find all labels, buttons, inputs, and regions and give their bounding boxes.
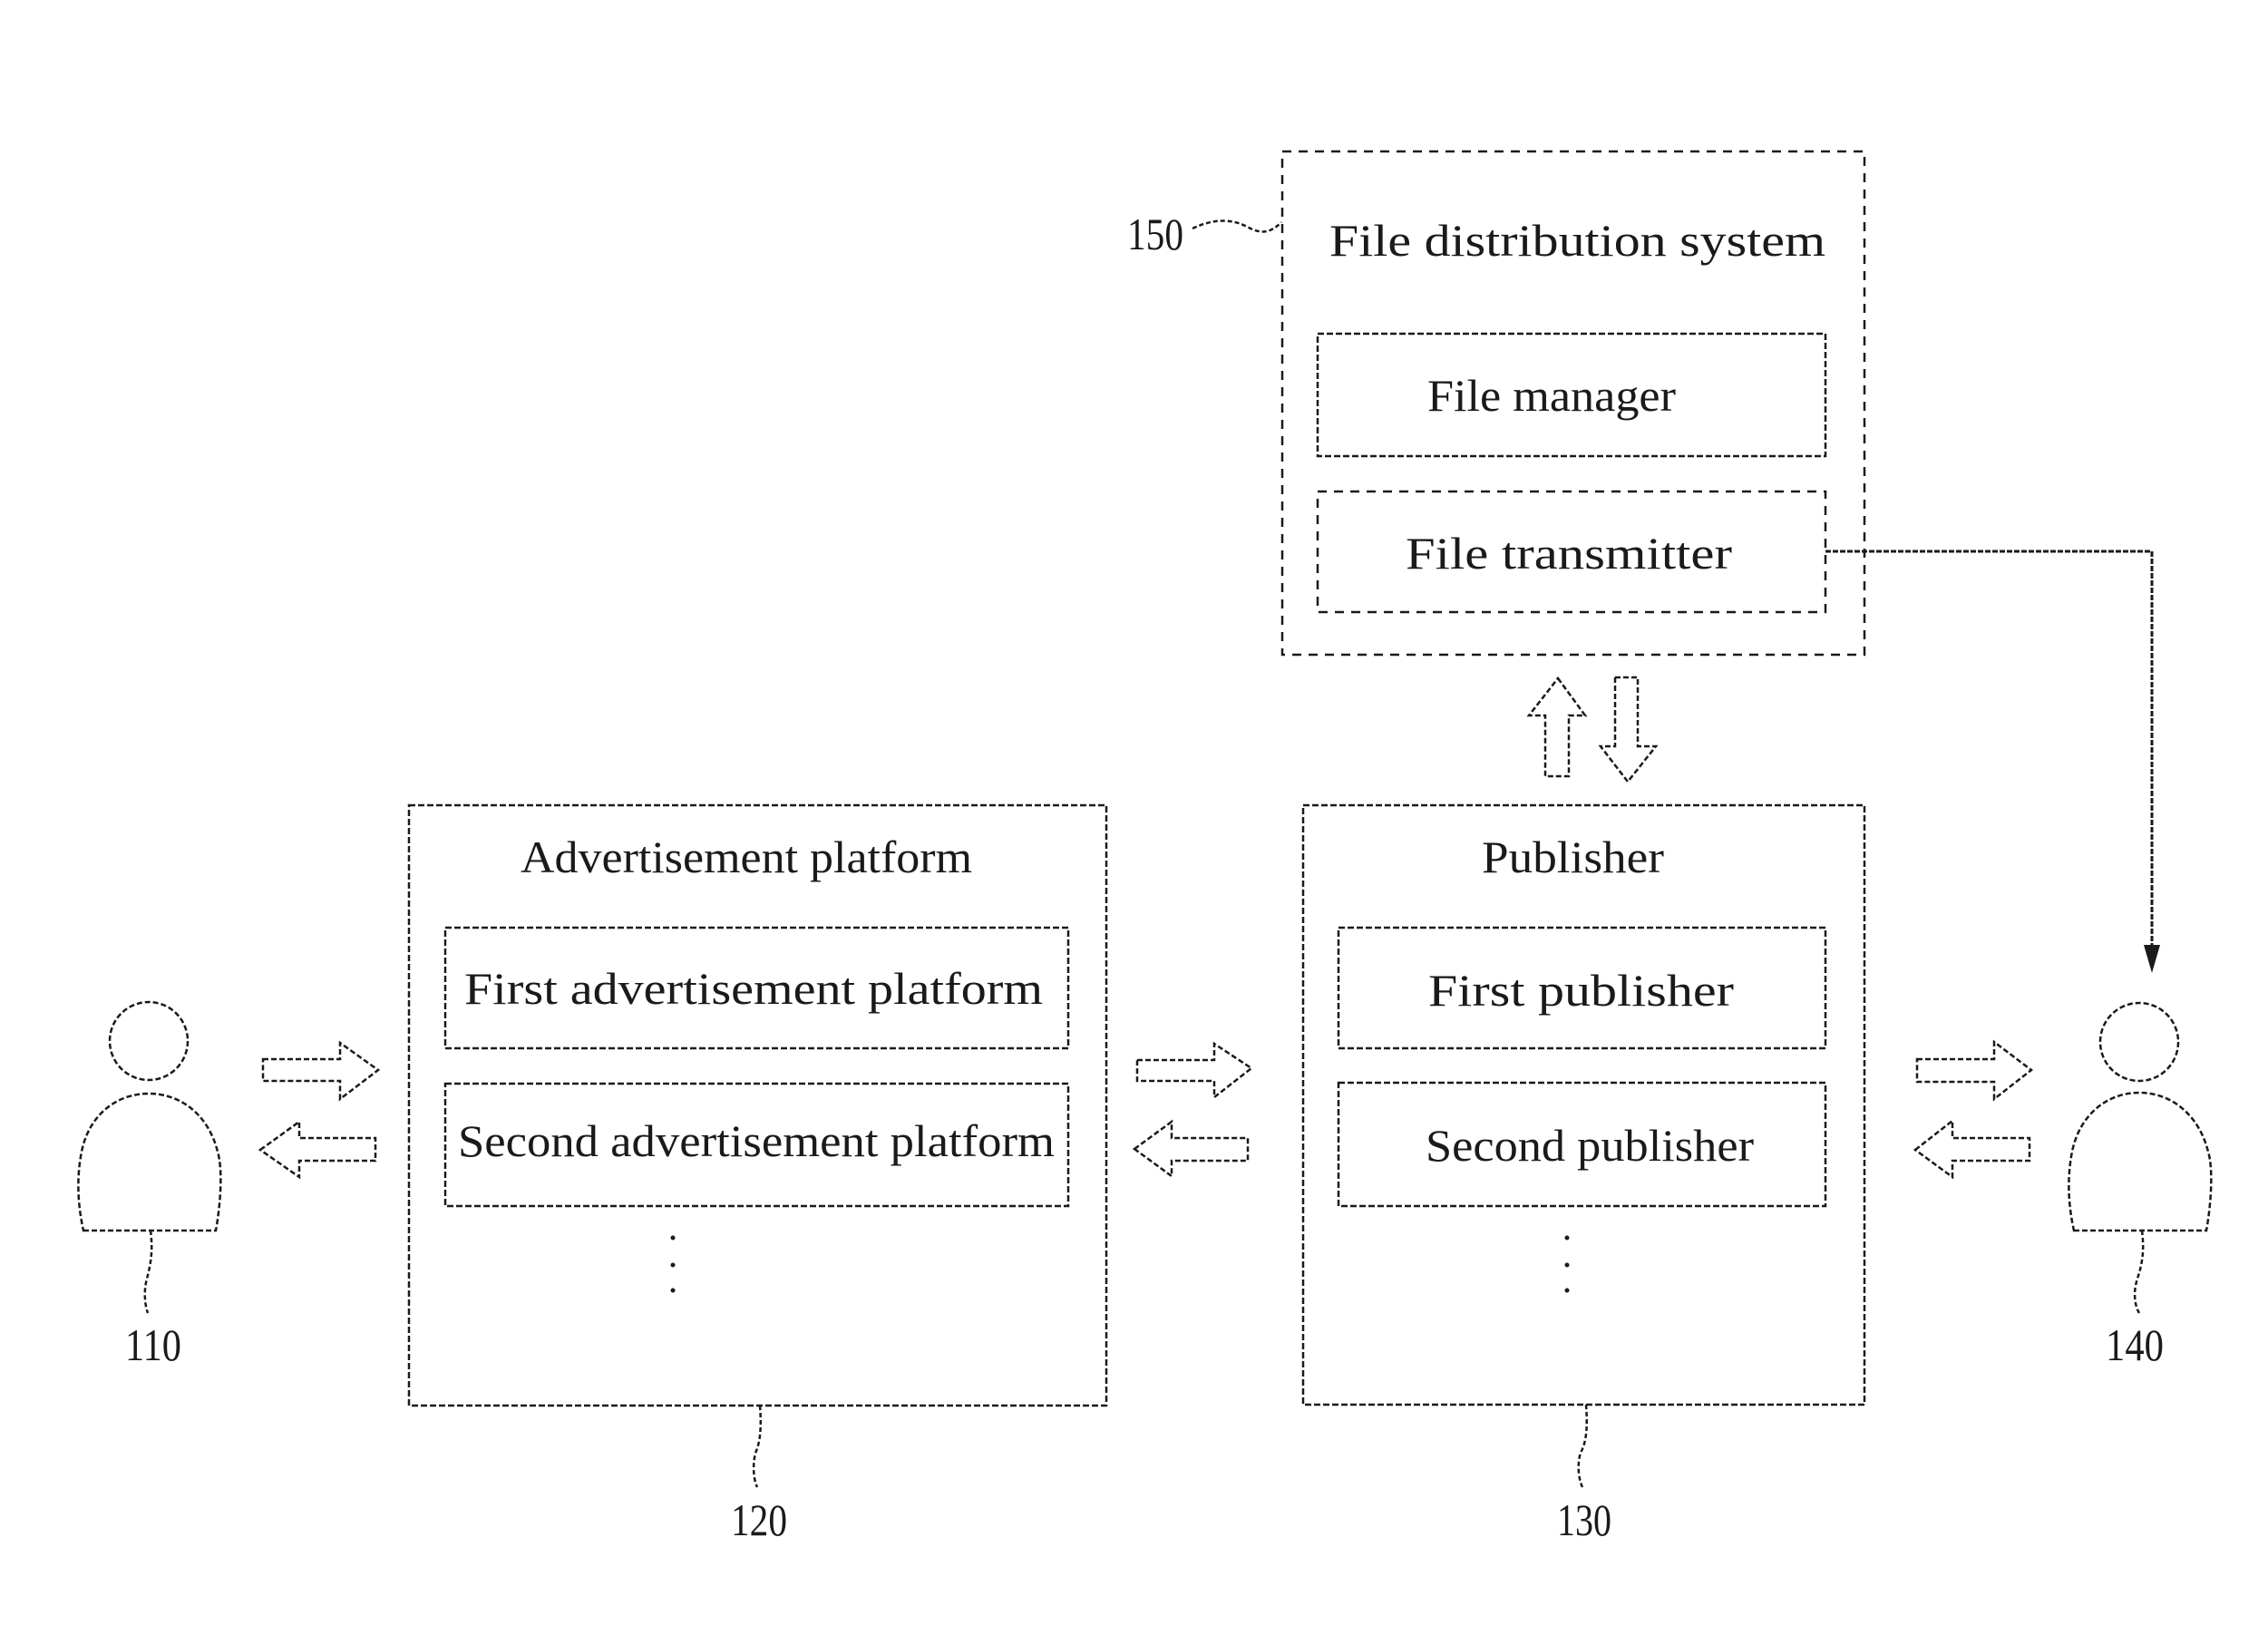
person-110: 110 [77, 1000, 222, 1370]
left-arrow-icon [258, 1119, 377, 1180]
person-head-icon [108, 1000, 190, 1082]
leader-line-110 [143, 1230, 153, 1314]
second-advertisement-platform-label: Second advertisement platform [458, 1115, 1055, 1166]
ellipsis-dot [1564, 1235, 1570, 1241]
reference-numeral-150: 150 [1127, 209, 1183, 259]
person-body-icon [77, 1092, 222, 1232]
down-arrow-icon [1598, 676, 1659, 784]
leader-line-120 [752, 1405, 763, 1488]
leader-line-150 [1192, 219, 1282, 233]
first-advertisement-platform-label: First advertisement platform [464, 963, 1043, 1014]
up-arrow-icon [1526, 676, 1588, 778]
left-arrow-icon [1132, 1119, 1250, 1179]
advertisement-platform-title: Advertisement platform [521, 832, 972, 882]
second-publisher-label: Second publisher [1426, 1120, 1754, 1171]
reference-numeral-140: 140 [2106, 1319, 2164, 1370]
person-head-icon [2098, 1001, 2180, 1083]
ellipsis-dot [1564, 1288, 1570, 1293]
file-distribution-system: File distribution system File manager Fi… [1127, 150, 1866, 657]
arrows-110-120 [258, 1040, 381, 1180]
transmit-connector [1825, 550, 2160, 973]
person-body-icon [2068, 1091, 2213, 1232]
file-transmitter-label: File transmitter [1406, 528, 1732, 579]
vertical-arrows [1526, 676, 1659, 784]
advertisement-platform-ellipsis [670, 1235, 676, 1293]
ellipsis-dot [670, 1235, 676, 1241]
reference-numeral-110: 110 [125, 1319, 181, 1370]
ellipsis-dot [670, 1262, 676, 1268]
leader-line-130 [1577, 1404, 1589, 1488]
publisher-ellipsis [1564, 1235, 1570, 1293]
right-arrow-icon [261, 1040, 381, 1102]
arrows-130-140 [1913, 1039, 2034, 1180]
advertisement-platform-box [407, 803, 1108, 1407]
left-arrow-icon [1913, 1118, 2031, 1180]
reference-numeral-120: 120 [731, 1494, 787, 1545]
arrows-120-130 [1132, 1041, 1254, 1179]
advertisement-platform: Advertisement platform First advertiseme… [407, 803, 1108, 1545]
publisher: Publisher First publisher Second publish… [1301, 803, 1866, 1545]
reference-numeral-130: 130 [1557, 1494, 1611, 1545]
system-diagram: File distribution system File manager Fi… [77, 150, 2213, 1545]
right-arrow-icon [1135, 1041, 1254, 1100]
publisher-title: Publisher [1482, 832, 1664, 882]
file-manager-label: File manager [1427, 370, 1676, 421]
first-publisher-label: First publisher [1428, 965, 1734, 1016]
transmit-arrowhead-icon [2144, 945, 2160, 973]
ellipsis-dot [1564, 1262, 1570, 1268]
person-140: 140 [2068, 1001, 2213, 1370]
right-arrow-icon [1915, 1039, 2034, 1102]
publisher-box [1301, 803, 1866, 1406]
transmit-connector-line [1825, 550, 2154, 948]
leader-line-140 [2133, 1230, 2145, 1314]
file-distribution-system-title: File distribution system [1329, 215, 1825, 266]
ellipsis-dot [670, 1288, 676, 1293]
